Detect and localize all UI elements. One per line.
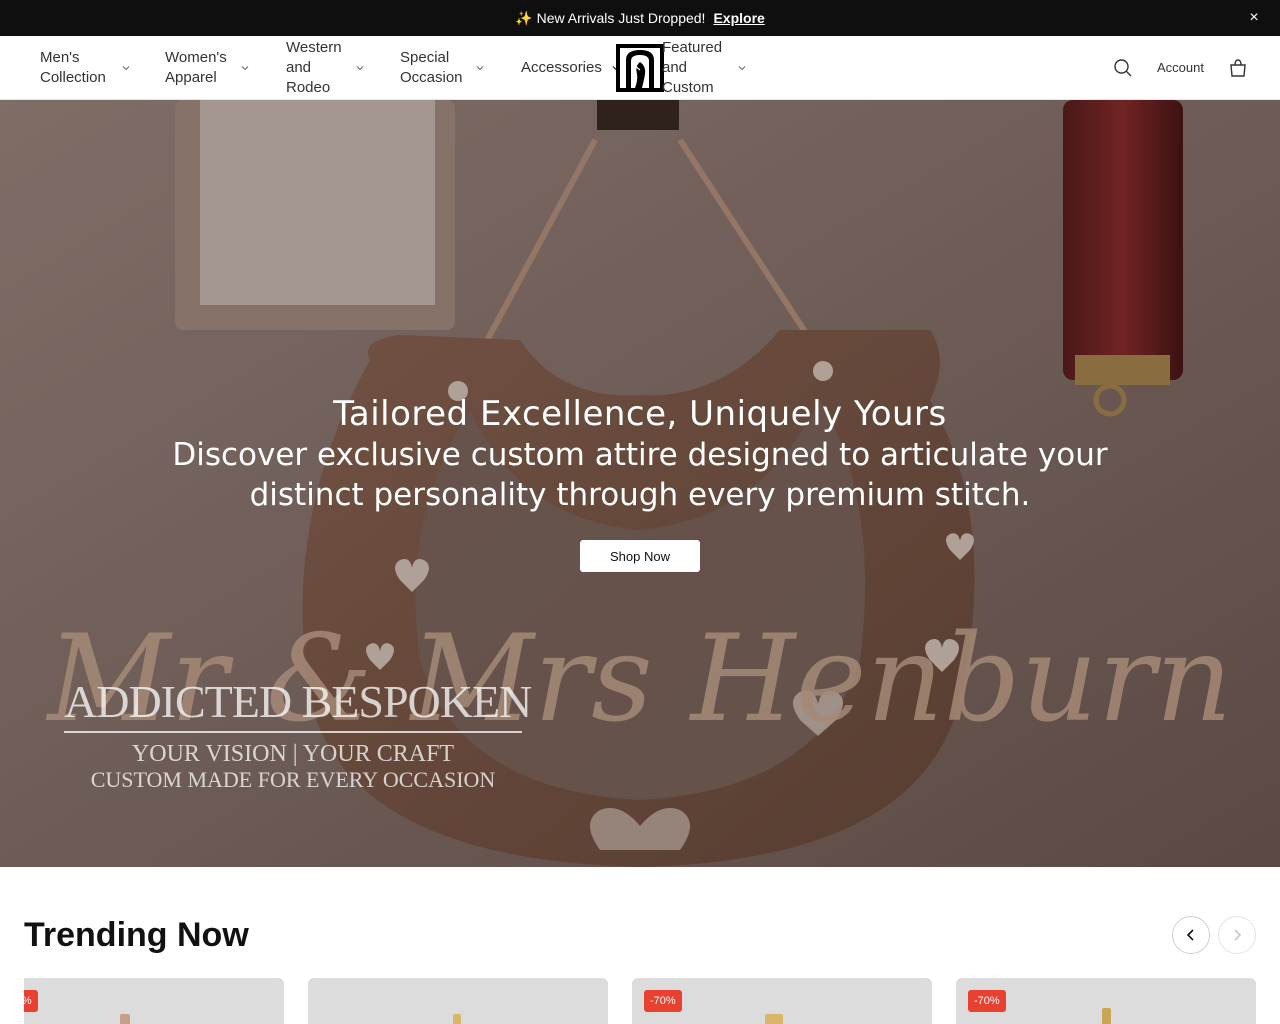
shop-now-button[interactable]: Shop Now [580,540,700,572]
close-icon[interactable]: × [1244,8,1264,28]
chevron-down-icon [122,64,130,72]
nav-item-special-occasion[interactable]: Special Occasion [400,36,486,100]
announcement-text: New Arrivals Just Dropped! [536,10,706,26]
nav-item-accessories[interactable]: Accessories [521,36,621,100]
brand-logo[interactable] [616,44,664,92]
nav-item-womens-apparel[interactable]: Women's Apparel [165,36,251,100]
watermark-name: ADDICTED BESPOKEN [64,676,532,727]
account-link[interactable]: Account [1157,58,1204,78]
nav-item-label: Accessories [521,59,602,76]
product-card[interactable]: -70% [24,978,284,1024]
discount-badge: -70% [968,990,1006,1012]
brand-watermark: ADDICTED BESPOKEN YOUR VISION | YOUR CRA… [64,675,532,793]
product-card[interactable]: -70% [956,978,1256,1024]
nav-item-featured-and-custom[interactable]: Featured and Custom [662,36,748,100]
nav-item-label: Special Occasion [400,49,463,86]
nav-item-label: Women's Apparel [165,49,227,86]
chevron-down-icon [241,64,249,72]
discount-badge: -70% [644,990,682,1012]
chevron-down-icon [738,64,746,72]
explore-link[interactable]: Explore [713,10,764,26]
product-card[interactable]: -70% [632,978,932,1024]
product-card[interactable] [308,978,608,1024]
discount-badge: -70% [24,990,38,1012]
cart-bag-icon[interactable] [1228,58,1248,78]
nav-item-western-and-rodeo[interactable]: Western and Rodeo [286,36,366,100]
carousel-next-button[interactable] [1218,916,1256,954]
nav-item-mens-collection[interactable]: Men's Collection [40,36,130,100]
chevron-down-icon [356,64,364,72]
section-title: Trending Now [24,916,249,954]
watermark-tagline: YOUR VISION | YOUR CRAFT [131,741,455,767]
product-image [1102,1008,1111,1024]
sparkle-icon: ✨ [515,9,533,26]
hero-banner: Mr & Mrs Henburn ADDICTED BESPOKEN YOUR … [0,100,1280,867]
carousel-prev-button[interactable] [1172,916,1210,954]
product-image [120,1014,130,1024]
product-image [765,1014,783,1024]
chevron-down-icon [476,64,484,72]
announcement-bar: ✨ New Arrivals Just Dropped! Explore × [0,0,1280,36]
watermark-rule [64,731,522,733]
chevron-right-icon [1234,929,1242,941]
search-icon[interactable] [1113,58,1133,78]
nav-item-label: Men's Collection [40,49,106,86]
product-image [453,1014,461,1024]
watermark-tagline: CUSTOM MADE FOR EVERY OCCASION [90,767,496,792]
site-header: Men's Collection Women's Apparel Western… [0,36,1280,100]
nav-item-label: Featured and Custom [662,39,723,96]
chevron-left-icon [1186,929,1194,941]
hero-subtitle: Discover exclusive custom attire designe… [172,437,1108,513]
hero-title: Tailored Excellence, Uniquely Yours [333,394,947,434]
nav-item-label: Western and Rodeo [286,39,342,96]
